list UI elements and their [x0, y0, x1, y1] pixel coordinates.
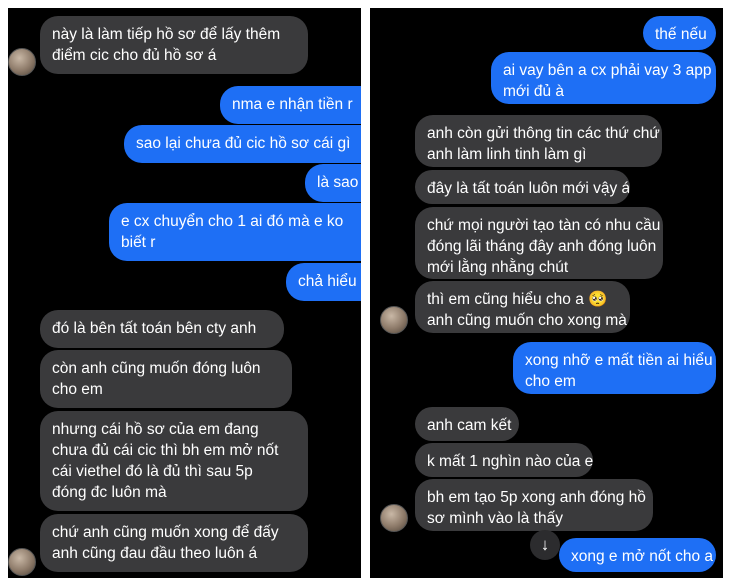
message-bubble[interactable]: chứ mọi người tạo tàn có nhu cầu đóng lãi…	[415, 207, 663, 279]
sender-avatar[interactable]	[380, 306, 408, 334]
message-line: đóng lãi tháng đây anh đóng luôn	[427, 238, 657, 255]
sender-avatar[interactable]	[8, 48, 36, 76]
message-line: anh cũng đau đầu theo luôn á	[52, 545, 258, 562]
message-line: đây là tất toán luôn mới vậy á	[427, 180, 630, 197]
message-line: cho em	[525, 373, 576, 390]
message-line: biết r	[121, 234, 156, 251]
message-bubble[interactable]: thế nếu	[643, 16, 716, 50]
message-bubble[interactable]: anh còn gửi thông tin các thứ chứ anh làm…	[415, 115, 662, 167]
scroll-down-icon[interactable]: ↓	[530, 530, 560, 560]
message-bubble[interactable]: đây là tất toán luôn mới vậy á	[415, 170, 630, 204]
message-line: đó là bên tất toán bên cty anh	[52, 320, 257, 337]
message-bubble[interactable]: đó là bên tất toán bên cty anh	[40, 310, 284, 348]
message-line: đóng đc luôn mà	[52, 484, 167, 501]
message-bubble[interactable]: k mất 1 nghìn nào của e	[415, 443, 593, 477]
message-line: nhưng cái hồ sơ của em đang	[52, 421, 259, 438]
message-line: chưa đủ cái cic thì bh em mở nốt	[52, 442, 279, 459]
message-line: k mất 1 nghìn nào của e	[427, 453, 593, 470]
message-bubble[interactable]: chứ anh cũng muốn xong để đấy anh cũng đa…	[40, 514, 308, 572]
message-line: chứ anh cũng muốn xong để đấy	[52, 524, 279, 541]
message-bubble[interactable]: bh em tạo 5p xong anh đóng hồ sơ mình vào…	[415, 479, 653, 531]
message-bubble[interactable]: anh cam kết	[415, 407, 519, 441]
message-line: điểm cic cho đủ hồ sơ á	[52, 47, 217, 64]
message-line: mới lằng nhằng chút	[427, 259, 569, 276]
sender-avatar[interactable]	[380, 504, 408, 532]
message-bubble[interactable]: xong e mở nốt cho a	[559, 538, 716, 572]
message-line: mới đủ à	[503, 83, 564, 100]
message-bubble[interactable]: e cx chuyển cho 1 ai đó mà e ko biết r	[109, 203, 361, 261]
message-line: ai vay bên a cx phải vay 3 app	[503, 62, 712, 79]
message-line: bh em tạo 5p xong anh đóng hồ	[427, 489, 646, 506]
message-line: anh làm linh tinh làm gì	[427, 146, 587, 163]
message-line: sao lại chưa đủ cic hồ sơ cái gì	[136, 135, 351, 152]
message-line: này là làm tiếp hồ sơ để lấy thêm	[52, 26, 281, 43]
message-line: chứ mọi người tạo tàn có nhu cầu	[427, 217, 661, 234]
message-bubble[interactable]: thì em cũng hiểu cho a 🥺 anh cũng muốn ch…	[415, 281, 630, 333]
message-line: anh còn gửi thông tin các thứ chứ	[427, 125, 660, 142]
message-line: chả hiểu	[298, 273, 357, 290]
message-bubble[interactable]: nhưng cái hồ sơ của em đang chưa đủ cái c…	[40, 411, 308, 511]
message-bubble[interactable]: xong nhỡ e mất tiền ai hiểu cho em	[513, 342, 716, 394]
message-line: nma e nhận tiền r	[232, 96, 353, 113]
message-line: sơ mình vào là thấy	[427, 510, 563, 527]
message-line: e cx chuyển cho 1 ai đó mà e ko	[121, 213, 344, 230]
message-bubble[interactable]: chả hiểu	[286, 263, 361, 301]
message-line: còn anh cũng muốn đóng luôn	[52, 360, 261, 377]
message-line: xong e mở nốt cho a	[571, 548, 713, 565]
message-line: cái viethel đó là đủ thì sau 5p	[52, 463, 253, 480]
message-bubble[interactable]: nma e nhận tiền r	[220, 86, 361, 124]
message-line: anh cam kết	[427, 417, 512, 434]
sender-avatar[interactable]	[8, 548, 36, 576]
message-line: cho em	[52, 381, 103, 398]
message-bubble[interactable]: ai vay bên a cx phải vay 3 app mới đủ à	[491, 52, 716, 104]
message-line: anh cũng muốn cho xong mà	[427, 312, 627, 329]
message-line: xong nhỡ e mất tiền ai hiểu	[525, 352, 713, 369]
message-line: thì em cũng hiểu cho a 🥺	[427, 291, 608, 308]
message-line: thế nếu	[655, 26, 707, 43]
message-bubble[interactable]: sao lại chưa đủ cic hồ sơ cái gì	[124, 125, 361, 163]
message-bubble[interactable]: là sao	[305, 164, 361, 202]
chat-panel-right: thế nếu ai vay bên a cx phải vay 3 app mớ…	[370, 8, 723, 578]
message-line: là sao	[317, 174, 359, 191]
message-bubble[interactable]: này là làm tiếp hồ sơ để lấy thêm điểm ci…	[40, 16, 308, 74]
chat-panel-left: này là làm tiếp hồ sơ để lấy thêm điểm ci…	[8, 8, 361, 578]
message-bubble[interactable]: còn anh cũng muốn đóng luôn cho em	[40, 350, 292, 408]
